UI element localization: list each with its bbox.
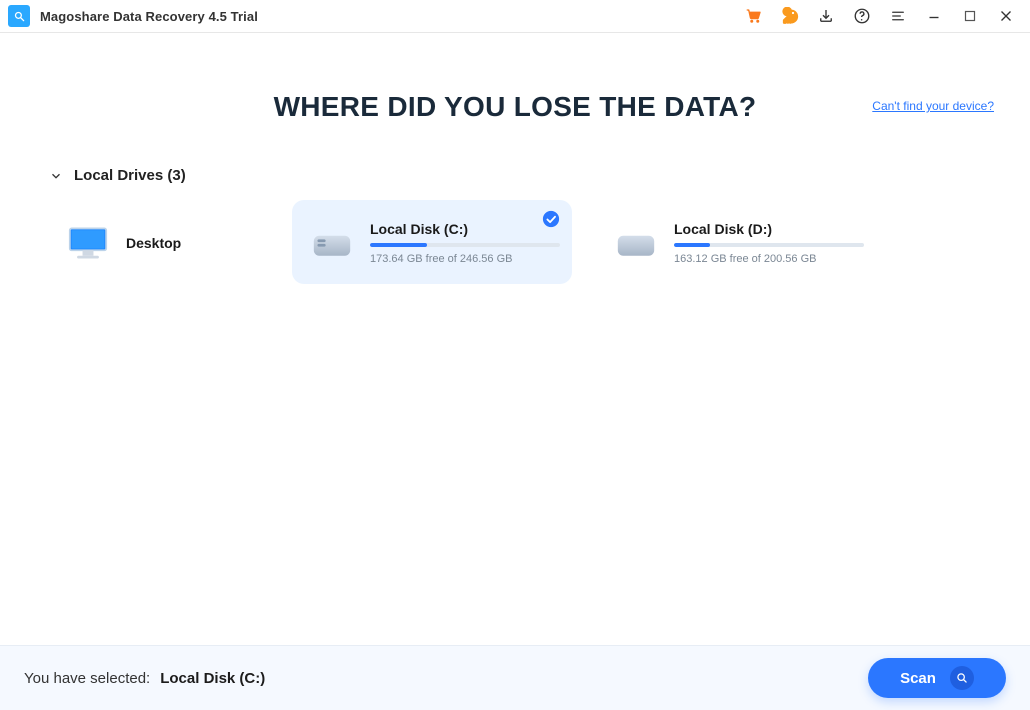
drives-list: Desktop Local Disk (C:) 173.64 GB fre [38,200,992,284]
drive-name: Desktop [126,235,250,251]
cart-button[interactable] [736,0,772,33]
storage-bar [674,243,864,247]
local-drives-section: Local Drives (3) Desktop [38,167,992,284]
titlebar: Magoshare Data Recovery 4.5 Trial [0,0,1030,33]
section-header[interactable]: Local Drives (3) [38,167,992,184]
maximize-button[interactable] [952,0,988,33]
download-button[interactable] [808,0,844,33]
minimize-button[interactable] [916,0,952,33]
selected-check-icon [542,210,560,228]
drive-local-c[interactable]: Local Disk (C:) 173.64 GB free of 246.56… [292,200,572,284]
scan-button-label: Scan [900,670,936,687]
help-button[interactable] [844,0,880,33]
disk-icon [310,223,354,263]
search-icon [950,666,974,690]
drive-local-d[interactable]: Local Disk (D:) 163.12 GB free of 200.56… [596,200,876,284]
chevron-down-icon [48,168,64,184]
close-button[interactable] [988,0,1024,33]
storage-bar [370,243,560,247]
storage-fill [370,243,427,247]
window-title: Magoshare Data Recovery 4.5 Trial [40,9,258,24]
section-title: Local Drives (3) [74,167,186,184]
activation-key-button[interactable] [772,0,808,33]
footer: You have selected: Local Disk (C:) Scan [0,645,1030,710]
selected-value: Local Disk (C:) [160,670,265,687]
app-logo [8,5,30,27]
storage-fill [674,243,710,247]
desktop-icon [66,223,110,263]
drive-free-text: 173.64 GB free of 246.56 GB [370,253,554,265]
drive-name: Local Disk (D:) [674,221,858,237]
drive-desktop[interactable]: Desktop [48,200,268,284]
menu-button[interactable] [880,0,916,33]
main: WHERE DID YOU LOSE THE DATA? Can't find … [0,33,1030,645]
device-help-link[interactable]: Can't find your device? [872,99,994,113]
drive-free-text: 163.12 GB free of 200.56 GB [674,253,858,265]
selected-label: You have selected: [24,670,150,687]
page-headline: WHERE DID YOU LOSE THE DATA? [38,91,992,123]
drive-name: Local Disk (C:) [370,221,554,237]
scan-button[interactable]: Scan [868,658,1006,698]
disk-icon [614,223,658,263]
